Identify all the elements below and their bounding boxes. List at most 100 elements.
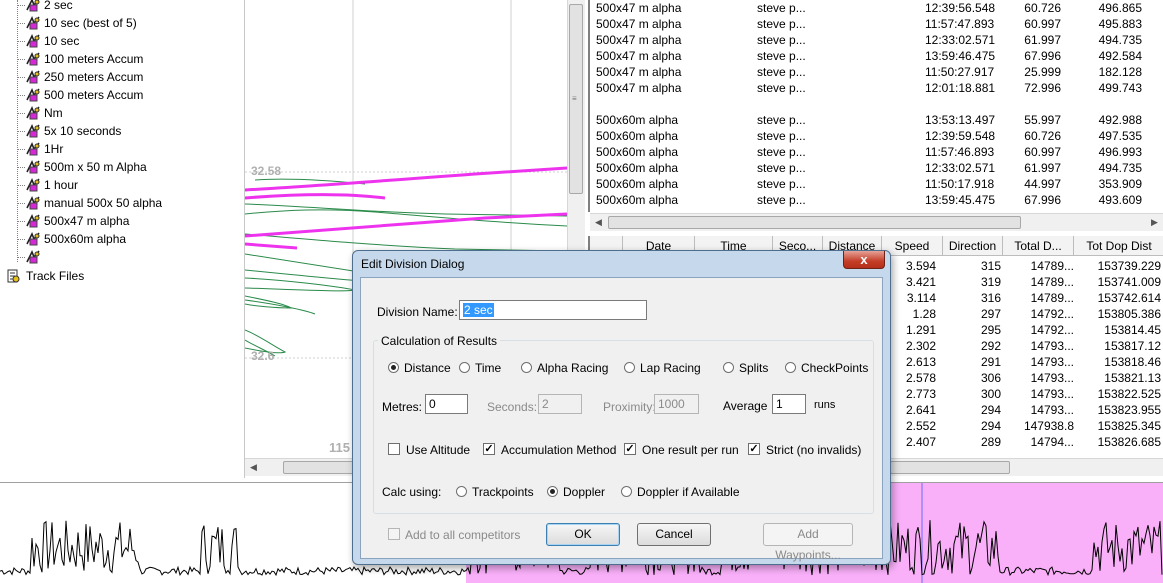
result-row[interactable]: 500x47 m alpha steve p... 12:33:02.571 61.9… xyxy=(590,32,1163,48)
result-cell: 12:01:18.881 xyxy=(925,81,996,95)
average-input[interactable]: 1 xyxy=(772,394,806,414)
grid-cell: 153741.009 xyxy=(1097,275,1161,289)
calc-option-radio[interactable] xyxy=(785,362,796,373)
calc-option-radio[interactable] xyxy=(388,362,399,373)
scroll-left-icon[interactable]: ◀ xyxy=(590,214,607,231)
result-cell: 182.128 xyxy=(1098,65,1142,79)
calc-using-radio[interactable] xyxy=(547,486,558,497)
tree-connector xyxy=(17,185,25,186)
result-cell: 72.996 xyxy=(1024,81,1061,95)
result-cell: 11:57:47.893 xyxy=(925,17,995,31)
result-row[interactable]: 500x60m alpha steve p... 13:53:13.497 55.99… xyxy=(590,112,1163,128)
division-label: 5x 10 seconds xyxy=(44,124,122,138)
result-cell: steve p... xyxy=(757,33,806,47)
edit-division-dialog[interactable]: Edit Division Dialog x Division Name: 2 … xyxy=(352,250,891,565)
strict-checkbox[interactable]: ✓ xyxy=(748,443,760,455)
grid-cell: 2.641 xyxy=(905,403,936,417)
results-hscroll-thumb[interactable] xyxy=(608,216,1021,229)
result-row[interactable]: 500x60m alpha steve p... 12:39:59.548 60.72… xyxy=(590,128,1163,144)
column-header[interactable]: Speed xyxy=(882,236,943,256)
result-cell: 67.996 xyxy=(1024,49,1061,63)
result-row[interactable]: 500x47 m alpha steve p... 13:59:46.475 67.9… xyxy=(590,48,1163,64)
grid-cell: 294 xyxy=(980,403,1001,417)
grid-cell: 319 xyxy=(980,275,1001,289)
grid-cell: 153805.386 xyxy=(1097,307,1161,321)
add-to-all-checkbox[interactable] xyxy=(388,528,400,540)
column-header[interactable]: Direction xyxy=(943,236,1003,256)
results-table[interactable]: 500x47 m alpha steve p... 12:39:56.548 60.7… xyxy=(588,0,1163,212)
plot-label-mid: 32.6 xyxy=(251,349,275,363)
tree-connector xyxy=(17,239,25,240)
division-tree[interactable]: 2 sec 10 sec (best of 5) 10 sec 100 meters … xyxy=(0,0,245,478)
scroll-right-icon[interactable]: ▶ xyxy=(1146,214,1163,231)
result-row[interactable]: 500x60m alpha steve p... 11:57:46.893 60.99… xyxy=(590,144,1163,160)
grid-cell: 306 xyxy=(980,371,1001,385)
proximity-label: Proximity: xyxy=(603,400,656,414)
grid-cell: 153821.13 xyxy=(1104,371,1161,385)
division-icon xyxy=(25,123,41,139)
seconds-label: Seconds: xyxy=(487,400,538,414)
result-cell: 13:59:45.475 xyxy=(925,193,996,207)
close-button[interactable]: x xyxy=(843,251,885,269)
tree-connector xyxy=(17,131,25,132)
average-label: Average xyxy=(723,399,768,413)
grid-cell: 2.773 xyxy=(905,387,936,401)
calc-option-radio[interactable] xyxy=(521,362,532,373)
result-cell: 12:39:56.548 xyxy=(925,1,996,15)
result-cell: 500x47 m alpha xyxy=(596,17,682,31)
results-horizontal-scrollbar[interactable]: ◀ ▶ xyxy=(590,213,1163,231)
column-header[interactable]: Total D... xyxy=(1003,236,1074,256)
cancel-button[interactable]: Cancel xyxy=(637,523,711,546)
seconds-input[interactable]: 2 xyxy=(538,394,582,414)
calc-option-radio[interactable] xyxy=(624,362,635,373)
calc-option-radio[interactable] xyxy=(723,362,734,373)
division-name-input[interactable]: 2 sec xyxy=(459,300,647,320)
tree-connector xyxy=(17,23,25,24)
column-header[interactable]: Tot Dop Dist xyxy=(1074,236,1163,256)
result-cell: 500x47 m alpha xyxy=(596,65,682,79)
calc-option-radio[interactable] xyxy=(459,362,470,373)
scroll-left-icon[interactable]: ◀ xyxy=(245,459,262,476)
result-cell: 496.865 xyxy=(1098,1,1142,15)
division-icon xyxy=(25,87,41,103)
result-row[interactable]: 500x47 m alpha steve p... 12:01:18.881 72.9… xyxy=(590,80,1163,96)
result-row[interactable]: 500x60m alpha steve p... 13:59:45.475 67.99… xyxy=(590,192,1163,208)
result-cell: steve p... xyxy=(757,177,806,191)
result-cell: 493.609 xyxy=(1098,193,1142,207)
grid-cell: 1.28 xyxy=(912,307,936,321)
add-waypoints-button[interactable]: Add Waypoints... xyxy=(763,523,853,562)
calc-using-radio[interactable] xyxy=(621,486,632,497)
result-row[interactable]: 500x47 m alpha steve p... 11:50:27.917 25.9… xyxy=(590,64,1163,80)
result-row[interactable] xyxy=(590,96,1163,112)
ok-button[interactable]: OK xyxy=(546,523,620,546)
calc-using-radio[interactable] xyxy=(456,486,467,497)
proximity-input[interactable]: 1000 xyxy=(654,394,699,414)
metres-input[interactable]: 0 xyxy=(425,394,468,414)
use-altitude-checkbox[interactable] xyxy=(388,443,400,455)
result-cell: 12:39:59.548 xyxy=(925,129,996,143)
accumulation-method-checkbox[interactable]: ✓ xyxy=(483,443,495,455)
result-cell: 492.988 xyxy=(1098,113,1142,127)
result-row[interactable]: 500x47 m alpha steve p... 12:39:56.548 60.7… xyxy=(590,0,1163,16)
result-cell: 500x47 m alpha xyxy=(596,33,682,47)
division-label: manual 500x 50 alpha xyxy=(44,196,163,210)
grid-hscroll-thumb[interactable] xyxy=(890,461,1010,474)
result-cell: 61.997 xyxy=(1024,33,1061,47)
result-row[interactable]: 500x60m alpha steve p... 12:33:02.571 61.99… xyxy=(590,160,1163,176)
tree-connector xyxy=(17,149,25,150)
grid-cell: 153818.46 xyxy=(1104,355,1161,369)
result-cell: steve p... xyxy=(757,49,806,63)
accumulation-method-label: Accumulation Method xyxy=(501,443,617,457)
result-row[interactable]: 500x47 m alpha steve p... 11:57:47.893 60.9… xyxy=(590,16,1163,32)
division-icon xyxy=(25,0,41,13)
result-cell: 500x60m alpha xyxy=(596,177,679,191)
plot-label-top: 32.58 xyxy=(251,164,281,178)
result-cell: 61.997 xyxy=(1024,161,1061,175)
grid-horizontal-scrollbar[interactable] xyxy=(884,458,1163,476)
one-result-checkbox[interactable]: ✓ xyxy=(624,443,636,455)
result-cell: 500x60m alpha xyxy=(596,113,679,127)
grid-cell: 3.114 xyxy=(906,291,936,305)
result-row[interactable]: 500x60m alpha steve p... 11:50:17.918 44.99… xyxy=(590,176,1163,192)
result-cell: 499.743 xyxy=(1098,81,1142,95)
result-cell: 11:50:27.917 xyxy=(925,65,995,79)
